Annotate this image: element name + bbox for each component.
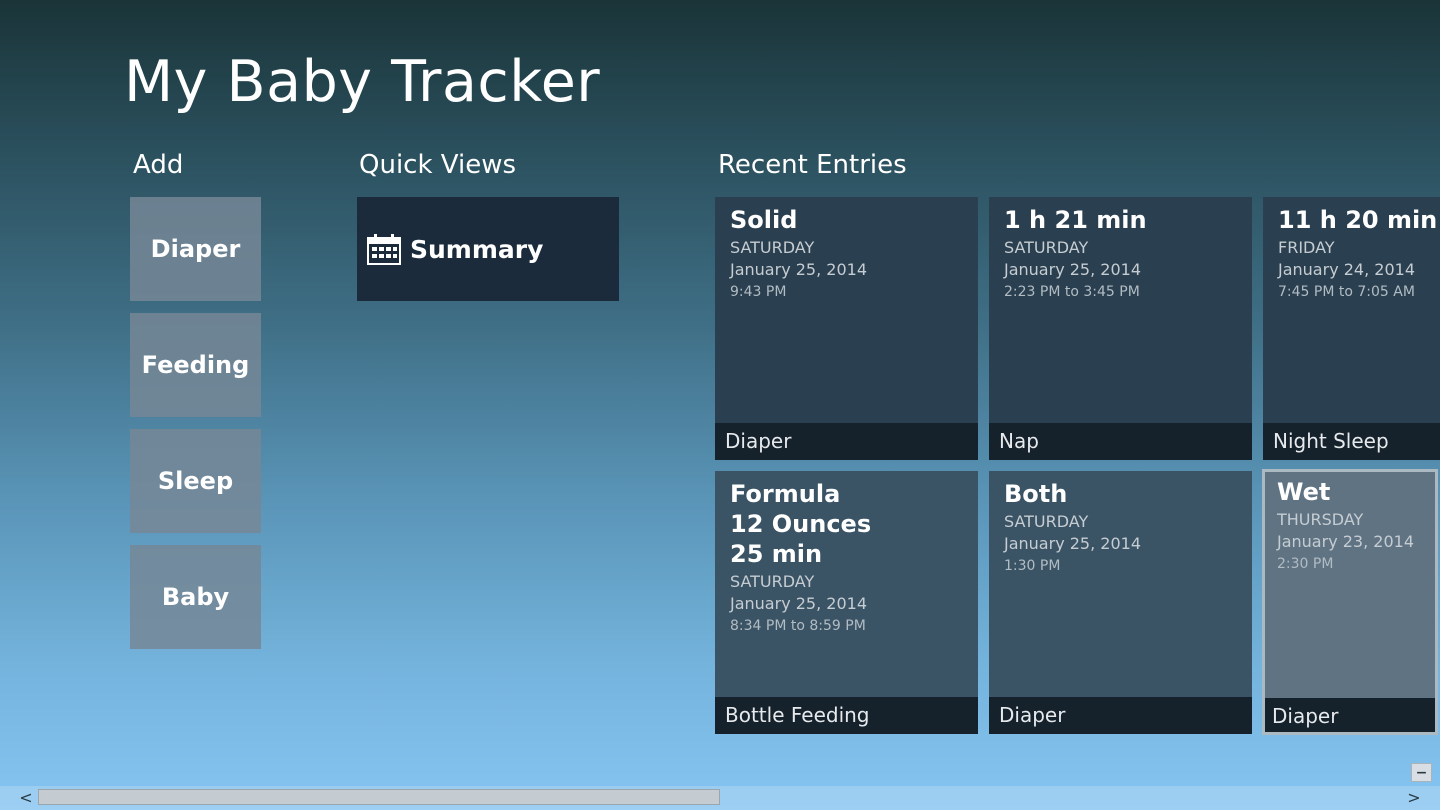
- scroll-left-arrow-icon[interactable]: <: [14, 786, 38, 808]
- entry-title: Both: [1004, 480, 1068, 508]
- entry-tile[interactable]: 11 h 20 min FRIDAY January 24, 2014 7:45…: [1263, 197, 1440, 460]
- entry-category: Nap: [989, 423, 1252, 460]
- entry-tile[interactable]: Solid SATURDAY January 25, 2014 9:43 PM …: [715, 197, 978, 460]
- entry-date: January 25, 2014: [1004, 534, 1141, 553]
- entry-day: SATURDAY: [1004, 238, 1089, 257]
- add-diaper-button[interactable]: Diaper: [130, 197, 261, 301]
- entry-date: January 25, 2014: [730, 260, 867, 279]
- entry-date: January 25, 2014: [730, 594, 867, 613]
- add-section-header: Add: [133, 150, 184, 180]
- entry-title: 12 Ounces: [730, 510, 872, 538]
- entry-day: SATURDAY: [730, 238, 815, 257]
- entry-title: 1 h 21 min: [1004, 206, 1147, 234]
- entry-title: Solid: [730, 206, 798, 234]
- semantic-zoom-button[interactable]: −: [1411, 763, 1432, 782]
- entry-time: 7:45 PM to 7:05 AM: [1278, 284, 1415, 300]
- entry-category: Bottle Feeding: [715, 697, 978, 734]
- calendar-icon: [367, 233, 401, 265]
- entry-time: 9:43 PM: [730, 284, 787, 300]
- entry-tile[interactable]: Formula 12 Ounces 25 min SATURDAY Januar…: [715, 471, 978, 734]
- entry-tile[interactable]: 1 h 21 min SATURDAY January 25, 2014 2:2…: [989, 197, 1252, 460]
- entry-category: Diaper: [989, 697, 1252, 734]
- entry-title: Wet: [1277, 478, 1331, 506]
- entry-title: 25 min: [730, 540, 823, 568]
- entry-category: Diaper: [715, 423, 978, 460]
- entry-category: Night Sleep: [1263, 423, 1440, 460]
- entry-day: SATURDAY: [1004, 512, 1089, 531]
- scroll-right-arrow-icon[interactable]: >: [1402, 786, 1426, 808]
- entry-date: January 25, 2014: [1004, 260, 1141, 279]
- quick-views-section-header: Quick Views: [359, 150, 517, 180]
- entry-time: 8:34 PM to 8:59 PM: [730, 618, 866, 634]
- entry-day: FRIDAY: [1278, 238, 1335, 257]
- entry-day: SATURDAY: [730, 572, 815, 591]
- entry-date: January 24, 2014: [1278, 260, 1415, 279]
- entry-date: January 23, 2014: [1277, 532, 1414, 551]
- add-feeding-button[interactable]: Feeding: [130, 313, 261, 417]
- entry-tile[interactable]: Both SATURDAY January 25, 2014 1:30 PM D…: [989, 471, 1252, 734]
- entry-title: Formula: [730, 480, 841, 508]
- entry-category: Diaper: [1265, 698, 1435, 732]
- entry-time: 2:23 PM to 3:45 PM: [1004, 284, 1140, 300]
- summary-label: Summary: [410, 234, 544, 264]
- entry-tile-selected[interactable]: Wet THURSDAY January 23, 2014 2:30 PM Di…: [1262, 469, 1438, 735]
- add-sleep-button[interactable]: Sleep: [130, 429, 261, 533]
- entry-day: THURSDAY: [1277, 510, 1364, 529]
- scrollbar-thumb[interactable]: [38, 789, 720, 805]
- recent-entries-section-header: Recent Entries: [718, 150, 907, 180]
- entry-title: 11 h 20 min: [1278, 206, 1438, 234]
- app-title: My Baby Tracker: [124, 49, 601, 115]
- summary-quick-view-button[interactable]: Summary: [357, 197, 619, 301]
- entry-time: 1:30 PM: [1004, 558, 1061, 574]
- entry-time: 2:30 PM: [1277, 556, 1334, 572]
- add-baby-button[interactable]: Baby: [130, 545, 261, 649]
